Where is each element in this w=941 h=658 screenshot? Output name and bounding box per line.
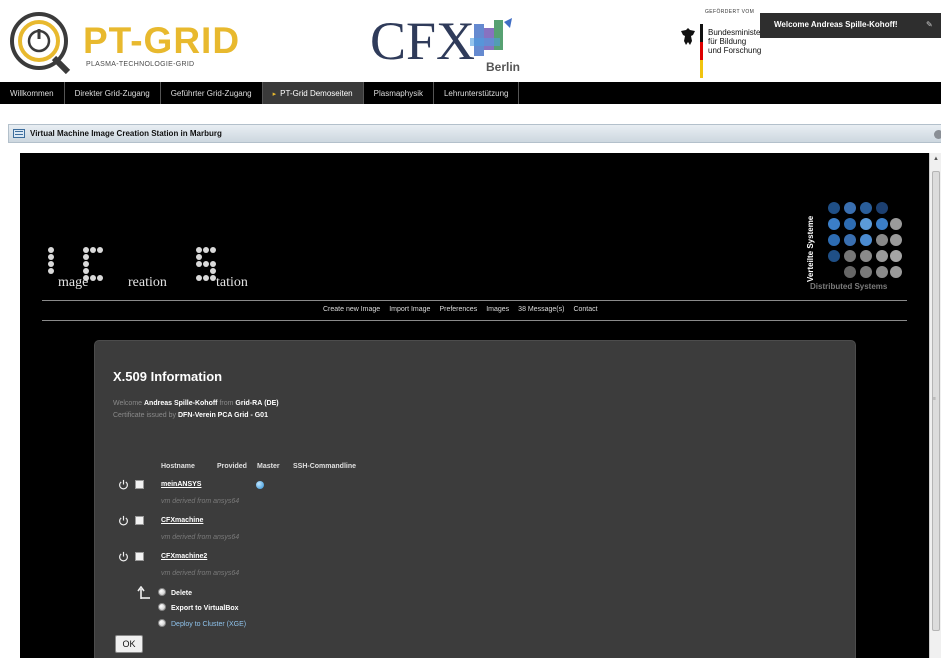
ics-word-creation: reation bbox=[128, 275, 167, 290]
federal-eagle-icon bbox=[681, 28, 695, 45]
site-header: PT-GRID PLASMA-TECHNOLOGIE-GRID CFX Berl… bbox=[0, 0, 941, 80]
machine-checkbox[interactable] bbox=[135, 516, 144, 525]
nav-item-direkter-grid-zugang[interactable]: Direkter Grid-Zugang bbox=[65, 82, 161, 104]
ministry-name: Bundesministerium für Bildung und Forsch… bbox=[708, 28, 762, 55]
nav-preferences[interactable]: Preferences bbox=[439, 306, 477, 313]
distributed-systems-label: Distributed Systems bbox=[810, 282, 888, 291]
column-header-hostname: Hostname bbox=[161, 463, 195, 470]
welcome-user-badge[interactable]: Welcome Andreas Spille-Kohoff! bbox=[760, 13, 920, 38]
nav-create-new-image[interactable]: Create new Image bbox=[323, 306, 380, 313]
portal-title: PT-GRID bbox=[83, 20, 241, 61]
radio-export-virtualbox[interactable] bbox=[158, 603, 166, 611]
nav-contact[interactable]: Contact bbox=[573, 306, 597, 313]
machine-hostname-link[interactable]: meinANSYS bbox=[161, 481, 201, 488]
column-header-master: Master bbox=[257, 463, 280, 470]
logout-icon[interactable]: ✎ bbox=[920, 13, 941, 38]
nav-import-image[interactable]: Import Image bbox=[389, 306, 430, 313]
master-indicator-icon bbox=[256, 481, 264, 489]
action-label-deploy: Deploy to Cluster (XGE) bbox=[171, 621, 247, 628]
portlet-title: Virtual Machine Image Creation Station i… bbox=[30, 129, 222, 138]
power-icon[interactable] bbox=[118, 479, 129, 490]
certificate-issuer: DFN-Verein PCA Grid - G01 bbox=[177, 412, 268, 419]
radio-deploy-cluster[interactable] bbox=[158, 619, 166, 627]
scrollbar-grip-icon: ≡ bbox=[933, 396, 936, 402]
ics-word-image: mage bbox=[58, 275, 89, 290]
user-name: Andreas Spille-Kohoff bbox=[144, 400, 218, 407]
action-label-delete: Delete bbox=[171, 590, 193, 597]
machine-derived-note: vm derived from ansys64 bbox=[161, 570, 240, 577]
divider bbox=[42, 320, 907, 321]
column-header-provided: Provided bbox=[217, 463, 247, 470]
nav-images[interactable]: Images bbox=[486, 306, 509, 313]
app-nav: Create new Image Import Image Preference… bbox=[323, 306, 598, 313]
verteilte-systeme-label: Verteilte Systeme bbox=[806, 215, 815, 282]
power-icon[interactable] bbox=[118, 515, 129, 526]
frame-scrollbar[interactable]: ▲ ≡ bbox=[929, 153, 941, 658]
portal-subtitle: PLASMA-TECHNOLOGIE-GRID bbox=[86, 61, 195, 68]
radio-delete[interactable] bbox=[158, 588, 166, 596]
ok-button[interactable]: OK bbox=[115, 635, 143, 653]
machine-checkbox[interactable] bbox=[135, 552, 144, 561]
selection-arrow-icon bbox=[137, 586, 150, 599]
cfx-logo-icon bbox=[470, 18, 512, 56]
ics-word-station: tation bbox=[216, 275, 248, 290]
portlet-window-icon bbox=[13, 129, 25, 138]
action-label-export: Export to VirtualBox bbox=[171, 605, 239, 612]
machine-derived-note: vm derived from ansys64 bbox=[161, 534, 240, 541]
scroll-up-icon[interactable]: ▲ bbox=[933, 156, 939, 162]
cfx-logo-text: CFX bbox=[370, 11, 476, 71]
divider bbox=[42, 300, 907, 301]
machine-hostname-link[interactable]: CFXmachine2 bbox=[161, 553, 207, 560]
funding-label: GEFÖRDERT VOM bbox=[705, 9, 755, 15]
portlet-options-icon[interactable] bbox=[934, 130, 941, 139]
machine-checkbox[interactable] bbox=[135, 480, 144, 489]
machine-derived-note: vm derived from ansys64 bbox=[161, 498, 240, 505]
nav-item-lehrunterstuetzung[interactable]: Lehrunterstützung bbox=[434, 82, 520, 104]
nav-item-willkommen[interactable]: Willkommen bbox=[0, 82, 65, 104]
registration-authority: Grid-RA bbox=[235, 400, 263, 407]
power-icon[interactable] bbox=[118, 551, 129, 562]
column-header-ssh-commandline: SSH-Commandline bbox=[293, 463, 357, 470]
cfx-logo-subtext: Berlin bbox=[486, 60, 521, 74]
portlet-titlebar: Virtual Machine Image Creation Station i… bbox=[8, 124, 941, 143]
certificate-line: Certificate issued by DFN-Verein PCA Gri… bbox=[113, 412, 268, 419]
main-nav: Willkommen Direkter Grid-Zugang Geführte… bbox=[0, 82, 941, 104]
german-flag-icon bbox=[700, 24, 703, 78]
country-code: (DE) bbox=[264, 400, 279, 407]
distributed-systems-logo-icon bbox=[828, 202, 902, 278]
nav-item-gefuehrter-grid-zugang[interactable]: Geführter Grid-Zugang bbox=[161, 82, 263, 104]
panel-title: X.509 Information bbox=[113, 369, 223, 384]
nav-item-plasmaphysik[interactable]: Plasmaphysik bbox=[364, 82, 434, 104]
pt-grid-logo-icon bbox=[10, 12, 71, 74]
machine-hostname-link[interactable]: CFXmachine bbox=[161, 517, 203, 524]
page: PT-GRID PLASMA-TECHNOLOGIE-GRID CFX Berl… bbox=[0, 0, 941, 658]
nav-messages[interactable]: 38 Message(s) bbox=[518, 306, 564, 313]
nav-item-pt-grid-demoseiten[interactable]: PT-Grid Demoseiten bbox=[262, 82, 364, 104]
welcome-line: Welcome Andreas Spille-Kohoff from Grid-… bbox=[113, 400, 279, 407]
